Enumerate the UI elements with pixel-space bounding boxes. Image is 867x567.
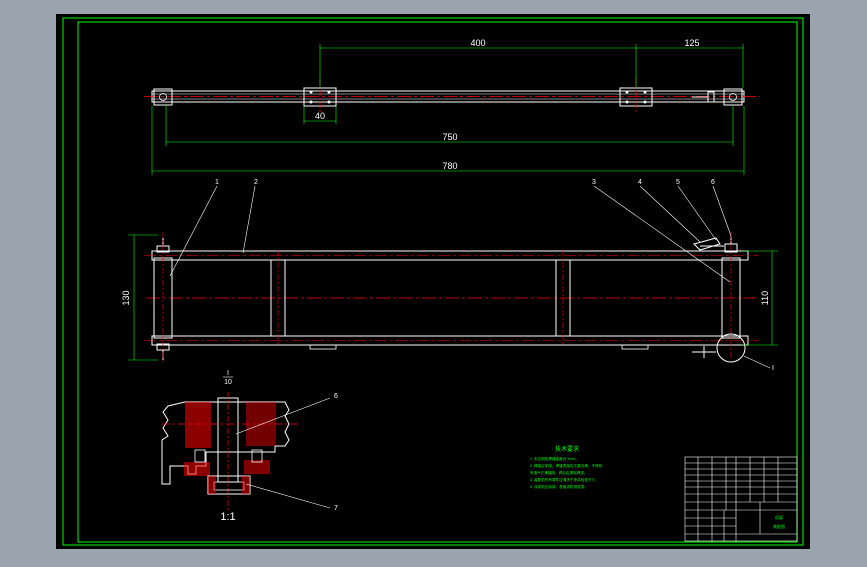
detail-callout-7: 7 xyxy=(334,505,338,512)
notes-line-5: 4. 涂漆前应除锈，表面涂防锈底漆。 xyxy=(530,484,588,489)
notes-line-3: 夹渣气孔等缺陷，焊后应清除焊渣。 xyxy=(530,470,588,475)
callout-5: 5 xyxy=(676,179,680,186)
notes-line-2: 2. 焊接应牢固，焊缝表面应平整光滑，不得有 xyxy=(530,463,603,468)
clamp-right-bolt-1 xyxy=(625,90,629,94)
dim-40-text: 40 xyxy=(315,111,325,121)
dim-125-text: 125 xyxy=(684,38,699,48)
callout-I: I xyxy=(772,365,774,372)
detail-label-bottom: 10 xyxy=(224,379,232,386)
dim-780-text: 780 xyxy=(442,161,457,171)
title-block-drawing-code: 装配图 xyxy=(773,523,785,529)
callout-4: 4 xyxy=(638,179,642,186)
title-block-drawing-name: 机架 xyxy=(775,514,783,520)
dim-400-text: 400 xyxy=(470,38,485,48)
detail-callout-6: 6 xyxy=(334,393,338,400)
dim-130-text: 130 xyxy=(121,290,131,305)
callout-1: 1 xyxy=(215,179,219,186)
clamp-left-bolt-4 xyxy=(327,100,331,104)
detail-scale-note: 1:1 xyxy=(220,511,235,523)
detail-hatch-left xyxy=(185,402,211,448)
callout-6: 6 xyxy=(711,179,715,186)
clamp-left-bolt-3 xyxy=(309,100,313,104)
notes-line-1: 1. 未注明的焊缝高度为 5mm。 xyxy=(530,456,579,461)
clamp-right-bolt-2 xyxy=(643,90,647,94)
notes-line-4: 3. 装配前所有零件应清洗干净并检查尺寸。 xyxy=(530,477,599,482)
clamp-left-bolt-1 xyxy=(309,90,313,94)
detail-bearing-hatch xyxy=(208,476,216,494)
dim-750-text: 750 xyxy=(442,132,457,142)
clamp-left-bolt-2 xyxy=(327,90,331,94)
clamp-right-bolt-4 xyxy=(643,100,647,104)
detail-label-top: I xyxy=(227,370,229,377)
callout-2: 2 xyxy=(254,179,258,186)
cad-window: 400 125 40 750 780 130 110 1 2 3 4 5 6 I… xyxy=(0,0,867,562)
callout-3: 3 xyxy=(592,179,596,186)
detail-hatch-bottom-left xyxy=(184,462,210,476)
cad-drawing: 400 125 40 750 780 130 110 1 2 3 4 5 6 I… xyxy=(56,14,810,549)
notes-title: 技术要求 xyxy=(555,445,579,453)
clamp-right-bolt-3 xyxy=(625,100,629,104)
dim-110-text: 110 xyxy=(760,291,770,305)
